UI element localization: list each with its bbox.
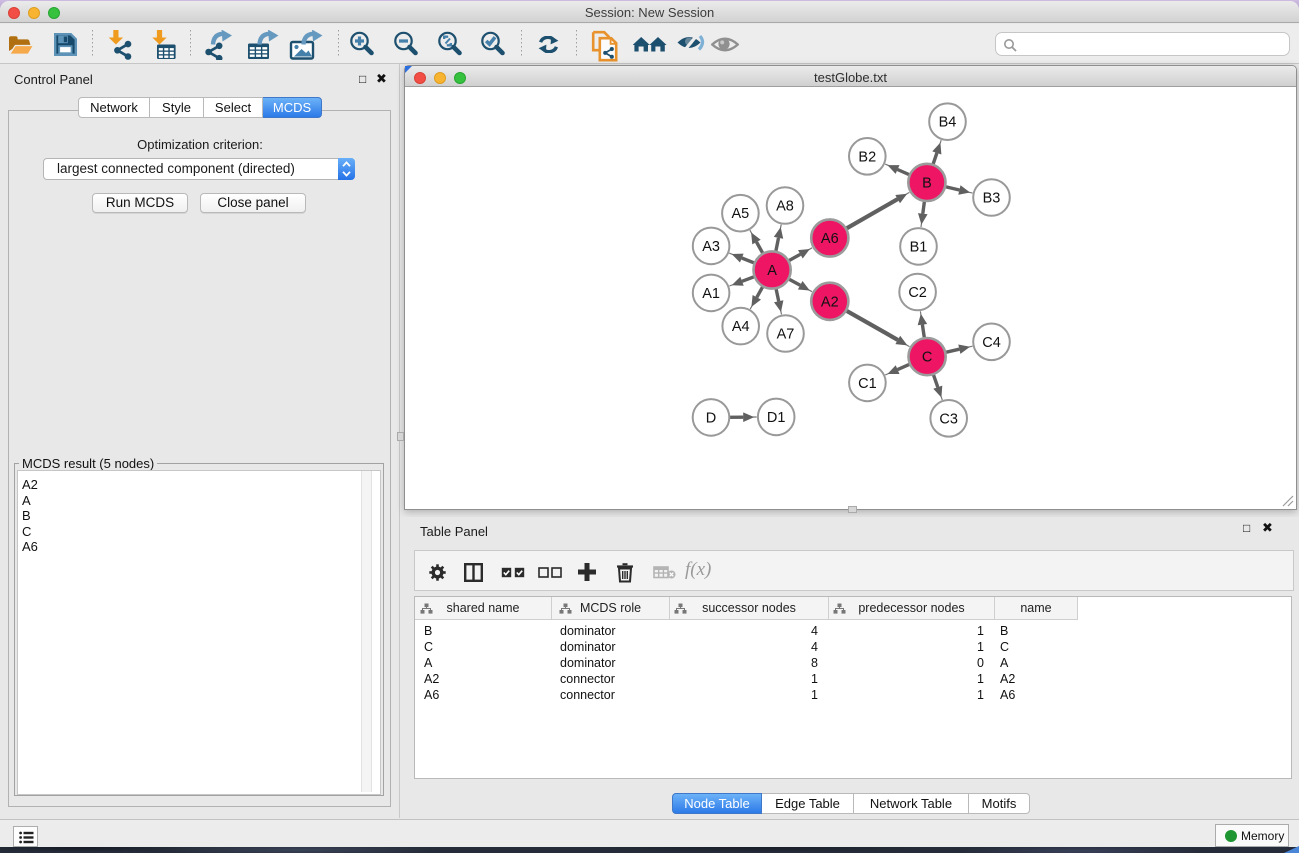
svg-text:B2: B2 bbox=[858, 149, 876, 165]
svg-text:C4: C4 bbox=[982, 335, 1001, 351]
svg-text:C1: C1 bbox=[858, 376, 877, 392]
svg-text:A7: A7 bbox=[777, 327, 795, 343]
svg-text:B: B bbox=[922, 175, 932, 191]
svg-text:A1: A1 bbox=[702, 286, 720, 302]
svg-text:A2: A2 bbox=[821, 294, 839, 310]
svg-text:C3: C3 bbox=[939, 411, 958, 427]
svg-text:C2: C2 bbox=[908, 285, 927, 301]
svg-text:D1: D1 bbox=[767, 410, 786, 426]
svg-text:D: D bbox=[706, 410, 716, 426]
svg-text:C: C bbox=[922, 350, 932, 366]
svg-text:A6: A6 bbox=[821, 231, 839, 247]
svg-text:A5: A5 bbox=[732, 206, 750, 222]
svg-text:B3: B3 bbox=[983, 191, 1001, 207]
svg-text:A: A bbox=[767, 263, 777, 279]
svg-text:A8: A8 bbox=[776, 199, 794, 215]
svg-text:A3: A3 bbox=[702, 239, 720, 255]
svg-text:A4: A4 bbox=[732, 319, 750, 335]
svg-text:B1: B1 bbox=[910, 239, 928, 255]
svg-text:B4: B4 bbox=[939, 115, 957, 131]
